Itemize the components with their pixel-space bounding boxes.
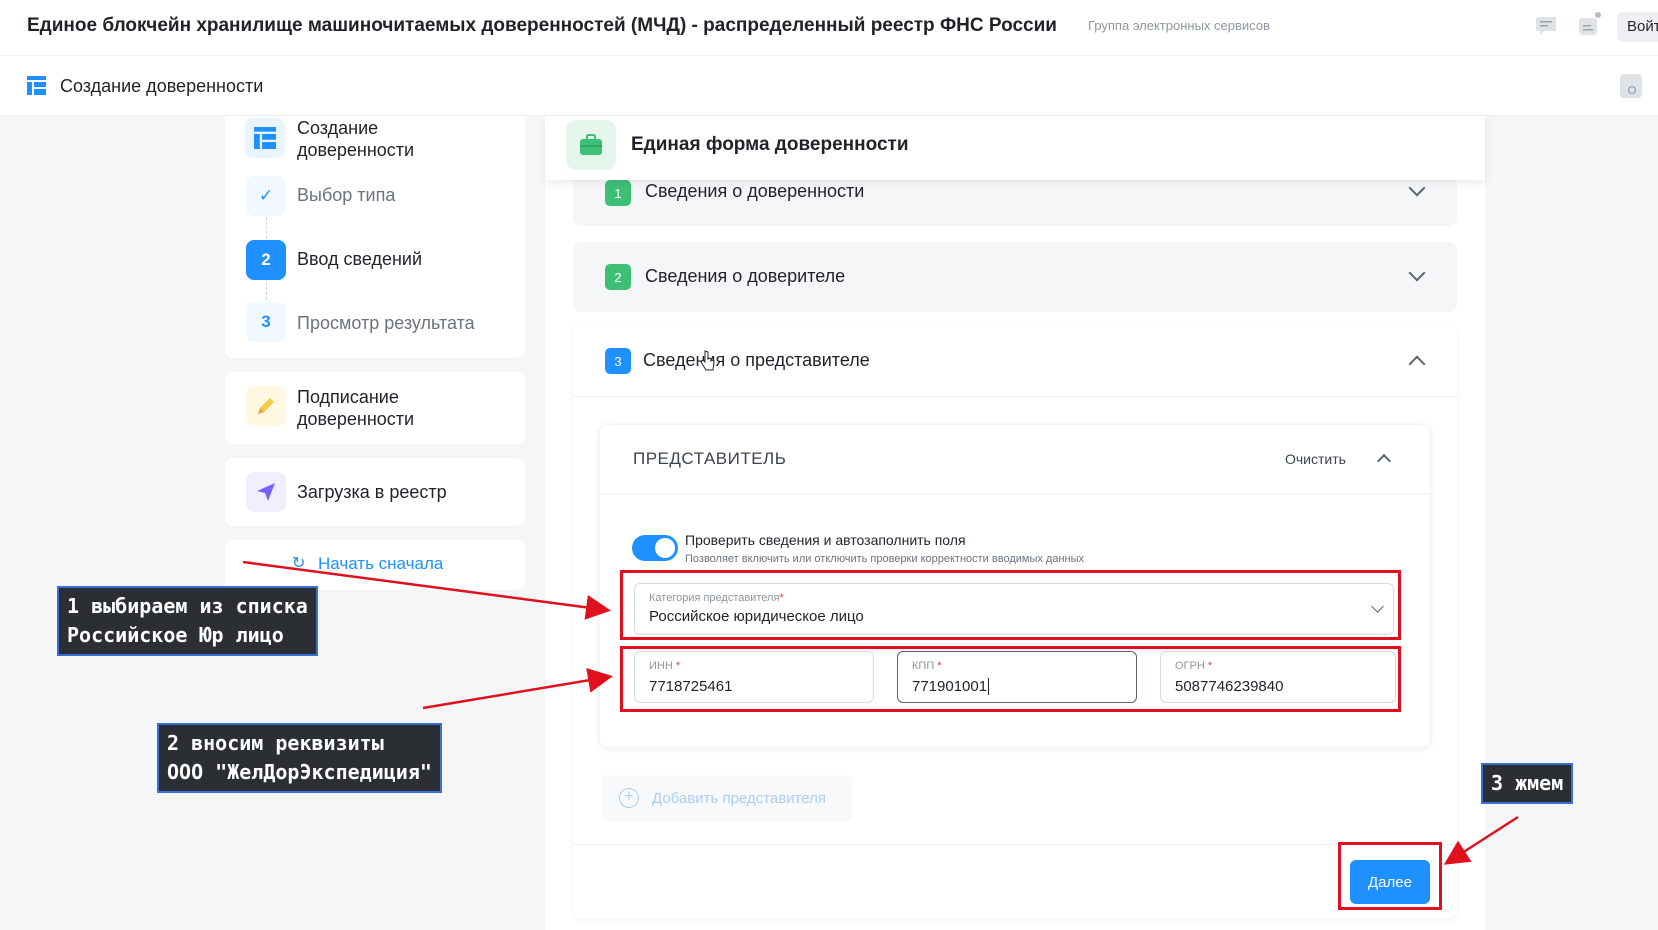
step-connector [266,278,267,300]
divider [573,844,1457,845]
sidebar-create-label-1: Создание [297,118,379,138]
briefcase-icon [566,120,616,170]
app-subtitle: Группа электронных сервисов [1088,18,1270,33]
form-logo-icon [27,76,46,95]
autofill-toggle[interactable] [632,535,678,561]
form-title: Единая форма доверенности [631,134,909,155]
restart-link[interactable]: Начать сначала [318,553,443,575]
page-header: Создание доверенности [0,56,1658,116]
chevron-up-icon[interactable] [1408,355,1426,373]
sidebar-upload-label: Загрузка в реестр [297,482,447,502]
chevron-down-icon [1408,179,1426,197]
autofill-toggle-description: Позволяет включить или отключить проверк… [685,553,1085,565]
login-button[interactable]: Войти [1617,12,1658,42]
top-bar: Единое блокчейн хранилище машиночитаемых… [0,0,1658,56]
annotation-callout-2: 2 вносим реквизиты ООО "ЖелДорЭкспедиция… [157,723,442,793]
annotation-callout-1: 1 выбираем из списка Российское Юр лицо [57,586,318,656]
section-1-number: 1 [605,180,631,206]
toggle-knob [655,538,675,558]
add-representative-label: Добавить представителя [652,790,827,807]
step-check-icon: ✓ [246,176,286,216]
section-1-label: Сведения о доверенности [645,181,865,201]
chat-icon[interactable] [1533,14,1559,38]
page-title: Создание доверенности [60,76,264,96]
notifications-icon[interactable] [1575,12,1601,38]
sidebar-sign-label-2: доверенности [297,409,415,429]
send-icon [246,472,286,512]
step-number-2: 2 [246,240,286,280]
pen-icon [246,386,286,426]
app-title: Единое блокчейн хранилище машиночитаемых… [27,15,1057,36]
autofill-toggle-label: Проверить сведения и автозаполнить поля [685,532,966,548]
save-icon[interactable] [1620,74,1642,98]
section-3-number: 3 [605,348,631,374]
step-number-3: 3 [246,302,286,342]
step-label-input[interactable]: Ввод сведений [297,248,422,270]
annotation-callout-3: 3 жмем [1481,763,1574,804]
section-2-label: Сведения о доверителе [645,266,846,286]
highlight-category [620,570,1401,640]
step-label-type[interactable]: Выбор типа [297,184,395,206]
sidebar-sign-label-1: Подписание [297,387,399,407]
clear-button[interactable]: Очистить [1285,451,1346,467]
section-2-number: 2 [605,264,631,290]
highlight-requisites [620,646,1401,712]
sidebar-create-label-2: доверенности [297,140,415,160]
section-3-label[interactable]: Сведения о представителе [643,350,870,371]
divider [600,493,1430,494]
highlight-next [1338,842,1442,910]
section-1-header[interactable]: 1 Сведения о доверенности [573,172,1457,226]
form-header: Единая форма доверенности [545,116,1485,180]
divider [573,396,1457,397]
chevron-up-icon[interactable] [1376,453,1392,469]
restart-icon[interactable]: ↻ [292,553,305,575]
section-2-header[interactable]: 2 Сведения о доверителе [573,242,1457,312]
step-label-review[interactable]: Просмотр результата [297,312,475,334]
representative-title: ПРЕДСТАВИТЕЛЬ [633,449,787,468]
create-doc-icon [245,118,285,158]
add-representative-button[interactable]: + Добавить представителя [602,775,852,821]
mouse-cursor-icon [700,350,715,371]
chevron-down-icon [1408,264,1426,282]
notification-dot [1595,12,1601,18]
plus-icon: + [619,788,639,808]
